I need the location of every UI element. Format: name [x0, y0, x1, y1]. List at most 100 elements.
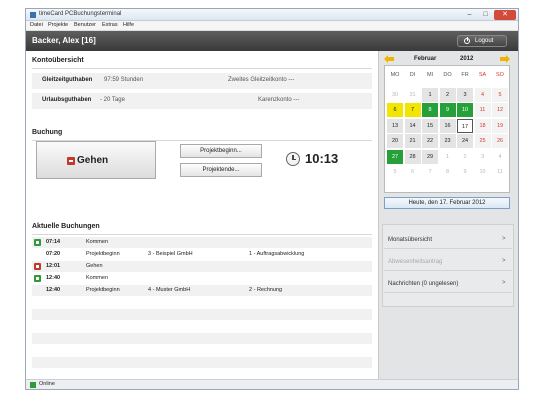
calendar-day[interactable]: 5 [387, 165, 403, 179]
calendar-day[interactable]: 15 [422, 118, 438, 133]
stop-icon [67, 157, 75, 165]
kommen-icon [34, 239, 41, 246]
calendar-day[interactable]: 31 [405, 88, 421, 102]
status-label: Online [39, 381, 55, 387]
calendar-day[interactable]: 10 [457, 103, 473, 117]
menu-extras[interactable]: Extras [102, 22, 118, 28]
menu-benutzer[interactable]: Benutzer [74, 22, 96, 28]
maximize-button[interactable]: □ [478, 10, 493, 20]
calendar-month: Februar [414, 56, 437, 62]
calendar-day[interactable]: 26 [492, 134, 508, 148]
current-time: 10:13 [305, 151, 339, 166]
side-item-nachrichten[interactable]: Nachrichten (0 ungelesen) > [384, 275, 512, 293]
calendar-next-arrow-icon[interactable] [500, 55, 510, 63]
side-item-abwesenheitsantrag: Abwesenheitsantrag > [384, 253, 512, 271]
calendar-day[interactable]: 25 [474, 134, 491, 148]
calendar-day[interactable]: 2 [457, 150, 473, 164]
booking-time: 12:40 [46, 275, 61, 281]
booking-time: 12:01 [46, 263, 61, 269]
calendar-day[interactable]: 1 [440, 150, 456, 164]
booking-project: 4 - Muster GmbH [148, 287, 191, 293]
account-label: Gleitzeitguthaben [42, 77, 93, 83]
calendar-day[interactable]: 3 [457, 87, 473, 102]
title-bar: timeCard PCBuchungsterminal – □ ✕ [26, 9, 518, 21]
calendar-day[interactable]: 24 [457, 134, 473, 148]
calendar-day[interactable]: 27 [387, 149, 403, 164]
booking-time: 12:40 [46, 287, 61, 293]
menu-datei[interactable]: Datei [30, 22, 43, 28]
menu-projekte[interactable]: Projekte [48, 22, 68, 28]
calendar-day[interactable]: 19 [492, 118, 508, 133]
calendar-day[interactable]: 8 [440, 165, 456, 179]
calendar-prev-arrow-icon[interactable] [384, 55, 394, 63]
calendar-day[interactable]: 9 [439, 103, 456, 117]
booking-project: 3 - Beispiel GmbH [148, 251, 193, 257]
account-title: Kontoübersicht [32, 57, 84, 64]
calendar-day[interactable]: 18 [474, 118, 491, 133]
calendar-day[interactable]: 11 [492, 165, 508, 179]
account-row: Urlaubsguthaben - 20 Tage Karenzkonto --… [32, 93, 372, 109]
gehen-icon [34, 263, 41, 270]
account-secondary: Karenzkonto --- [258, 97, 300, 103]
close-button[interactable]: ✕ [494, 10, 516, 20]
calendar-day[interactable]: 16 [439, 118, 456, 133]
calendar-day[interactable]: 1 [422, 87, 438, 102]
side-item-label: Nachrichten (0 ungelesen) [388, 281, 459, 287]
gehen-button[interactable]: Gehen [36, 141, 156, 179]
calendar-day[interactable]: 17 [457, 118, 473, 133]
booking-action: Kommen [86, 275, 109, 281]
calendar-weekday-header: MI [426, 72, 434, 78]
calendar-day[interactable]: 12 [492, 103, 508, 117]
calendar-day[interactable]: 4 [474, 87, 491, 102]
calendar-day[interactable]: 11 [474, 103, 491, 117]
calendar-day[interactable]: 9 [457, 165, 473, 179]
calendar-day[interactable]: 29 [422, 149, 438, 164]
booking-row: 12:40 Kommen [32, 273, 372, 284]
booking-row: 12:40 Projektbeginn 4 - Muster GmbH 2 - … [32, 285, 372, 296]
booking-time: 07:20 [46, 251, 61, 257]
calendar-day[interactable]: 14 [404, 118, 421, 133]
app-window: timeCard PCBuchungsterminal – □ ✕ Datei … [25, 8, 519, 390]
calendar-day[interactable]: 6 [387, 103, 403, 117]
empty-row [32, 357, 372, 368]
project-end-button[interactable]: Projektende... [180, 163, 262, 177]
calendar-day[interactable]: 3 [475, 150, 491, 164]
calendar-day[interactable]: 8 [422, 103, 438, 117]
calendar-day[interactable]: 30 [387, 88, 403, 102]
calendar-day[interactable]: 22 [422, 134, 438, 148]
today-button[interactable]: Heute, den 17. Februar 2012 [384, 197, 510, 209]
booking-action: Gehen [86, 263, 103, 269]
empty-row [32, 333, 372, 344]
calendar-grid: MO DI MI DO FR SA SO 30 31 1 2 3 4 5 6 7 8 9 10 11 12 13 14 15 1… [384, 65, 510, 193]
calendar-day[interactable]: 13 [387, 118, 403, 133]
power-icon [464, 37, 470, 44]
gehen-label: Gehen [77, 155, 109, 166]
calendar-day[interactable]: 7 [422, 165, 438, 179]
calendar-day[interactable]: 7 [404, 103, 421, 117]
logout-button[interactable]: Logout [457, 35, 507, 47]
calendar-day[interactable]: 20 [387, 134, 403, 148]
account-value: 97:59 Stunden [104, 77, 144, 83]
calendar-day[interactable]: 23 [439, 134, 456, 148]
menu-hilfe[interactable]: Hilfe [123, 22, 134, 28]
calendar-day[interactable]: 28 [404, 149, 421, 164]
calendar-day[interactable]: 5 [492, 87, 508, 102]
minimize-button[interactable]: – [462, 10, 477, 20]
calendar-day[interactable]: 21 [404, 134, 421, 148]
main-panel: Kontoübersicht Gleitzeitguthaben 97:59 S… [26, 51, 378, 379]
divider [32, 234, 372, 235]
calendar-year: 2012 [460, 56, 474, 62]
project-start-button[interactable]: Projektbeginn... [180, 144, 262, 158]
user-header: Backer, Alex [16] Logout [26, 31, 518, 51]
calendar-day[interactable]: 10 [475, 165, 491, 179]
booking-action: Kommen [86, 239, 109, 245]
calendar-day[interactable]: 6 [405, 165, 421, 179]
calendar-day[interactable]: 4 [492, 150, 508, 164]
logout-label: Logout [475, 38, 494, 44]
menu-bar: Datei Projekte Benutzer Extras Hilfe [26, 21, 518, 31]
side-item-monatsuebersicht[interactable]: Monatsübersicht > [384, 231, 512, 249]
booking-action: Projektbeginn [86, 251, 120, 257]
empty-row [32, 309, 372, 320]
window-title: timeCard PCBuchungsterminal [39, 11, 122, 17]
calendar-day[interactable]: 2 [439, 87, 456, 102]
